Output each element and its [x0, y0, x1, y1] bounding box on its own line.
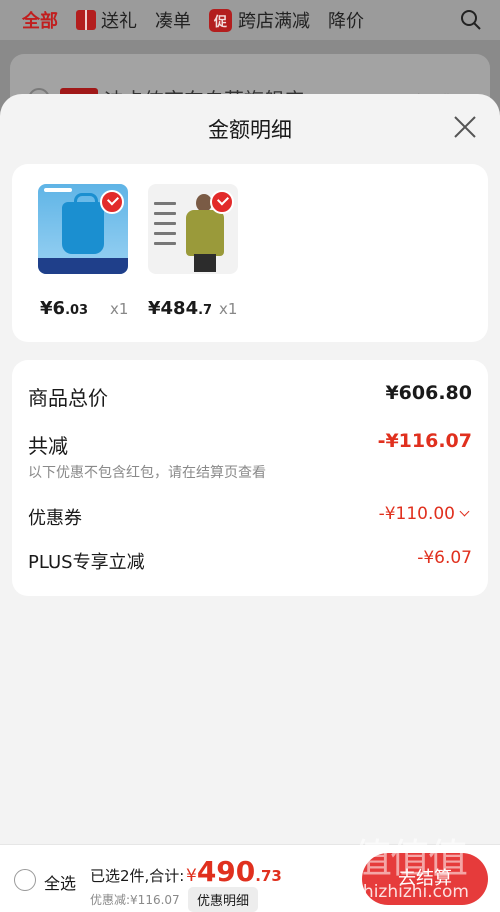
product-quantity: x1	[219, 300, 238, 318]
total-symbol: ¥	[186, 866, 197, 886]
discount-detail-button[interactable]: 优惠明细	[188, 887, 259, 912]
total-price: ¥490.73	[186, 855, 282, 888]
price-details-card: 商品总价 ¥606.80 共减 -¥116.07 以下优惠不包含红包，请在结算页…	[12, 360, 488, 596]
product-price: ¥6.03	[40, 298, 88, 319]
product-item[interactable]	[38, 184, 128, 274]
coupon-label: 优惠券	[28, 508, 82, 529]
product-price: ¥484.7	[148, 298, 212, 319]
total-decimal: .73	[255, 867, 282, 885]
price-integer: 484	[160, 298, 199, 319]
tab-label: 跨店满减	[238, 11, 311, 32]
coupon-value: -¥110.00	[378, 504, 455, 524]
selected-products-card: ¥6.03 x1 ¥484.7 x1	[12, 164, 488, 342]
select-all-label[interactable]: 全选	[44, 870, 76, 894]
bag-image	[62, 193, 104, 254]
coupon-value-group[interactable]: -¥110.00	[378, 504, 470, 524]
tab-cross-store[interactable]: 促跨店满减	[209, 7, 310, 33]
gift-icon	[76, 10, 96, 30]
promo-badge: 促	[209, 8, 233, 32]
total-reduce-label: 共减	[28, 434, 68, 458]
tab-label: 全部	[22, 11, 58, 32]
product-item[interactable]	[148, 184, 238, 274]
tab-label: 送礼	[101, 11, 137, 32]
promo-strip	[38, 258, 128, 274]
price-integer: 6	[52, 298, 66, 319]
amount-detail-sheet: 金额明细 ¥6.03 x1 ¥484.7 x1 商品总价 ¥606.80 共减 …	[0, 94, 500, 912]
price-symbol: ¥	[40, 298, 53, 319]
search-icon[interactable]	[460, 9, 482, 31]
tab-gift[interactable]: 送礼	[76, 7, 137, 33]
top-tab-bar: 全部 送礼 凑单 促跨店满减 降价	[0, 0, 500, 40]
product-thumbnail	[148, 184, 238, 274]
discount-note: 以下优惠不包含红包，请在结算页查看	[28, 465, 266, 481]
checkout-button[interactable]: 去结算	[362, 853, 488, 905]
price-decimal: .03	[65, 303, 89, 318]
plus-discount-value: -¥6.07	[417, 548, 472, 568]
checked-icon	[100, 190, 124, 214]
close-icon[interactable]	[452, 114, 478, 140]
tab-price-drop[interactable]: 降价	[328, 7, 364, 33]
selection-summary: 已选2件,合计:	[90, 867, 185, 885]
product-quantity: x1	[110, 300, 129, 318]
sheet-title: 金额明细	[208, 118, 292, 142]
tab-all[interactable]: 全部	[22, 7, 58, 33]
total-reduce-value: -¥116.07	[377, 430, 472, 452]
checkout-bar: 全选 已选2件,合计: ¥490.73 优惠减:¥116.07 优惠明细 去结算	[0, 844, 500, 912]
select-all-radio[interactable]	[14, 869, 36, 891]
checked-icon	[210, 190, 234, 214]
price-decimal: .7	[198, 303, 213, 318]
goods-total-label: 商品总价	[28, 386, 108, 410]
chevron-down-icon	[459, 506, 470, 517]
tab-label: 凑单	[155, 11, 191, 32]
plus-discount-label: PLUS专享立减	[28, 552, 145, 573]
goods-total-value: ¥606.80	[385, 382, 472, 404]
brand-logo	[44, 188, 72, 192]
tab-label: 降价	[328, 11, 365, 32]
spec-list	[154, 202, 176, 252]
tab-combine-order[interactable]: 凑单	[155, 7, 191, 33]
discount-summary: 优惠减:¥116.07	[90, 893, 180, 907]
product-thumbnail	[38, 184, 128, 274]
price-symbol: ¥	[148, 298, 161, 319]
total-integer: 490	[196, 855, 256, 888]
